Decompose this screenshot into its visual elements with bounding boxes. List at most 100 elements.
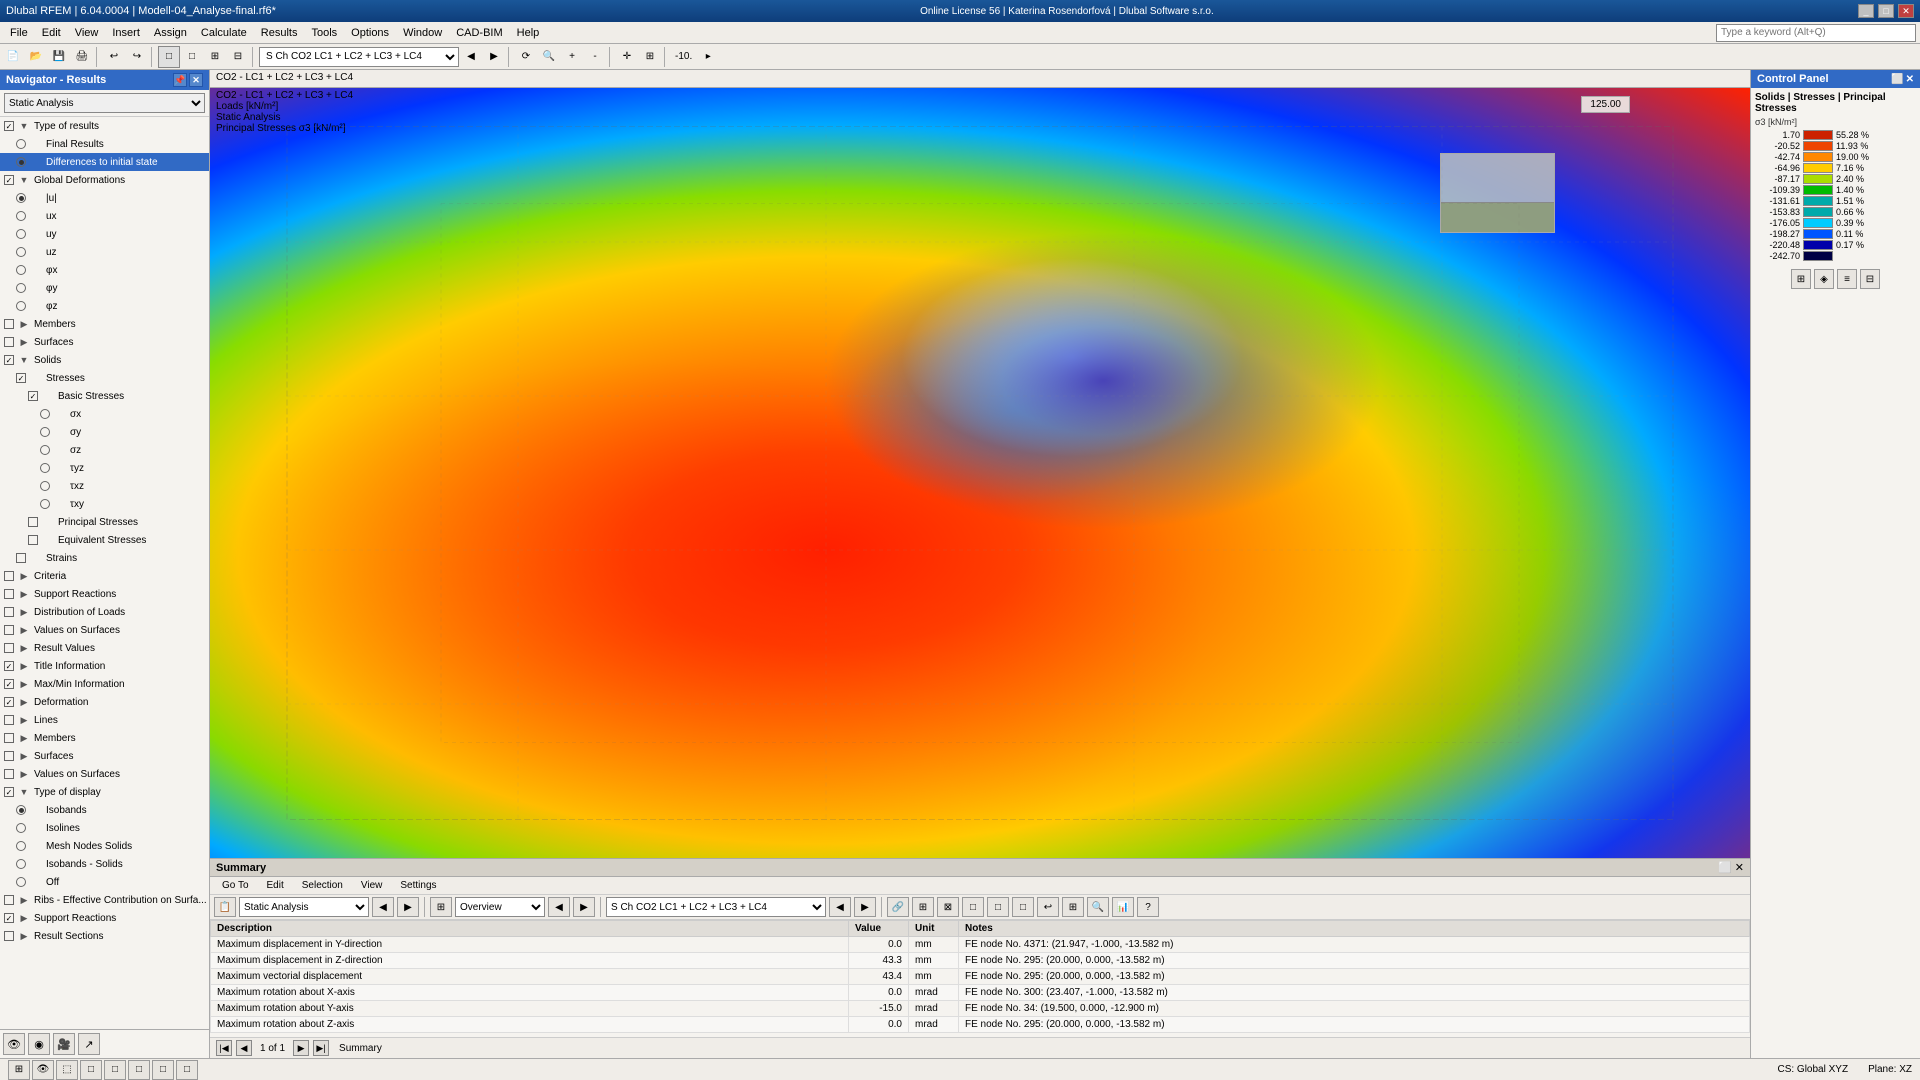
- summary-overview-select[interactable]: Overview: [455, 897, 545, 917]
- nav-first-button[interactable]: |◀: [216, 1040, 232, 1056]
- tree-item[interactable]: ✓▼Solids: [0, 351, 209, 369]
- cp-close-button[interactable]: ✕: [1906, 74, 1914, 85]
- status-btn-2[interactable]: 👁: [32, 1060, 54, 1080]
- status-btn-1[interactable]: ⊞: [8, 1060, 30, 1080]
- tree-item[interactable]: Off: [0, 873, 209, 891]
- summary-expand-button[interactable]: ⬜: [1718, 861, 1732, 874]
- menu-assign[interactable]: Assign: [148, 25, 193, 41]
- sum-tool-7[interactable]: ↩: [1037, 897, 1059, 917]
- checkbox[interactable]: [4, 931, 14, 941]
- zoom-all-button[interactable]: 🔍: [538, 46, 560, 68]
- sum-tool-4[interactable]: □: [962, 897, 984, 917]
- radio-button[interactable]: [16, 841, 26, 851]
- prev-lc-button[interactable]: ◀: [460, 46, 482, 68]
- sum-prev-button[interactable]: ◀: [372, 897, 394, 917]
- sum-tool-5[interactable]: □: [987, 897, 1009, 917]
- tree-item[interactable]: τyz: [0, 459, 209, 477]
- cp-expand-button[interactable]: ⬜: [1891, 74, 1903, 85]
- summary-menu-selection[interactable]: Selection: [294, 879, 351, 892]
- rotate-button[interactable]: ⟳: [515, 46, 537, 68]
- tree-item[interactable]: ▶Criteria: [0, 567, 209, 585]
- checkbox[interactable]: [16, 553, 26, 563]
- tree-item[interactable]: ✓▶Max/Min Information: [0, 675, 209, 693]
- radio-button[interactable]: [16, 247, 26, 257]
- sum-tool-3[interactable]: ⊠: [937, 897, 959, 917]
- summary-menu-settings[interactable]: Settings: [392, 879, 444, 892]
- checkbox[interactable]: ✓: [4, 913, 14, 923]
- open-button[interactable]: 📂: [25, 46, 47, 68]
- nav-prev-button[interactable]: ◀: [236, 1040, 252, 1056]
- tree-item[interactable]: ✓Basic Stresses: [0, 387, 209, 405]
- checkbox[interactable]: [4, 715, 14, 725]
- view-btn-2[interactable]: □: [181, 46, 203, 68]
- checkbox[interactable]: [4, 769, 14, 779]
- tree-item[interactable]: σy: [0, 423, 209, 441]
- checkbox[interactable]: ✓: [28, 391, 38, 401]
- sum-tool-1[interactable]: 🔗: [887, 897, 909, 917]
- next-lc-button[interactable]: ▶: [483, 46, 505, 68]
- checkbox[interactable]: ✓: [4, 697, 14, 707]
- radio-button[interactable]: [16, 301, 26, 311]
- nav-pin-button[interactable]: 📌: [173, 73, 187, 87]
- nav-last-button[interactable]: ▶|: [313, 1040, 329, 1056]
- cp-btn-4[interactable]: ⊟: [1860, 269, 1880, 289]
- checkbox[interactable]: [28, 517, 38, 527]
- view-btn-1[interactable]: □: [158, 46, 180, 68]
- checkbox[interactable]: ✓: [4, 787, 14, 797]
- cp-btn-2[interactable]: ◈: [1814, 269, 1834, 289]
- menu-edit[interactable]: Edit: [36, 25, 67, 41]
- tree-item[interactable]: ▶Result Sections: [0, 927, 209, 945]
- print-button[interactable]: 🖨: [71, 46, 93, 68]
- radio-button[interactable]: [40, 481, 50, 491]
- status-btn-8[interactable]: □: [176, 1060, 198, 1080]
- nav-arrow-button[interactable]: ↗: [78, 1033, 100, 1055]
- tree-item[interactable]: τxz: [0, 477, 209, 495]
- menu-calculate[interactable]: Calculate: [195, 25, 253, 41]
- radio-button[interactable]: [40, 445, 50, 455]
- checkbox[interactable]: ✓: [4, 121, 14, 131]
- menu-cad-bim[interactable]: CAD-BIM: [450, 25, 508, 41]
- radio-button[interactable]: [16, 283, 26, 293]
- tree-item[interactable]: ▶Support Reactions: [0, 585, 209, 603]
- nav-camera-button[interactable]: 🎥: [53, 1033, 75, 1055]
- tree-item[interactable]: φy: [0, 279, 209, 297]
- sum-tool-11[interactable]: ?: [1137, 897, 1159, 917]
- status-btn-4[interactable]: □: [80, 1060, 102, 1080]
- minimize-button[interactable]: _: [1858, 4, 1874, 18]
- save-button[interactable]: 💾: [48, 46, 70, 68]
- sum-combo-next[interactable]: ▶: [854, 897, 876, 917]
- checkbox[interactable]: ✓: [16, 373, 26, 383]
- tree-item[interactable]: Isobands - Solids: [0, 855, 209, 873]
- radio-button[interactable]: [40, 409, 50, 419]
- tree-item[interactable]: Mesh Nodes Solids: [0, 837, 209, 855]
- menu-window[interactable]: Window: [397, 25, 448, 41]
- menu-view[interactable]: View: [69, 25, 105, 41]
- status-btn-5[interactable]: □: [104, 1060, 126, 1080]
- sum-next2-button[interactable]: ▶: [573, 897, 595, 917]
- tree-item[interactable]: Differences to initial state: [0, 153, 209, 171]
- tree-item[interactable]: uz: [0, 243, 209, 261]
- checkbox[interactable]: [4, 589, 14, 599]
- menu-options[interactable]: Options: [345, 25, 395, 41]
- cp-btn-1[interactable]: ⊞: [1791, 269, 1811, 289]
- sum-prev2-button[interactable]: ◀: [548, 897, 570, 917]
- tree-item[interactable]: ux: [0, 207, 209, 225]
- nav-close-button[interactable]: ✕: [189, 73, 203, 87]
- summary-menu-goto[interactable]: Go To: [214, 879, 257, 892]
- checkbox[interactable]: [4, 625, 14, 635]
- radio-button[interactable]: [16, 265, 26, 275]
- table-row[interactable]: Maximum displacement in Y-direction0.0mm…: [211, 937, 1750, 953]
- undo-button[interactable]: ↩: [103, 46, 125, 68]
- tree-item[interactable]: φx: [0, 261, 209, 279]
- tree-item[interactable]: σz: [0, 441, 209, 459]
- checkbox[interactable]: [4, 643, 14, 653]
- summary-analysis-select[interactable]: Static Analysis: [239, 897, 369, 917]
- more-tools-button[interactable]: ▸: [697, 46, 719, 68]
- tree-item[interactable]: Equivalent Stresses: [0, 531, 209, 549]
- tree-item[interactable]: ▶Ribs - Effective Contribution on Surfa.…: [0, 891, 209, 909]
- nav-eye-button[interactable]: 👁: [3, 1033, 25, 1055]
- checkbox[interactable]: ✓: [4, 661, 14, 671]
- sum-tool-8[interactable]: ⊞: [1062, 897, 1084, 917]
- menu-insert[interactable]: Insert: [106, 25, 146, 41]
- sum-next-button[interactable]: ▶: [397, 897, 419, 917]
